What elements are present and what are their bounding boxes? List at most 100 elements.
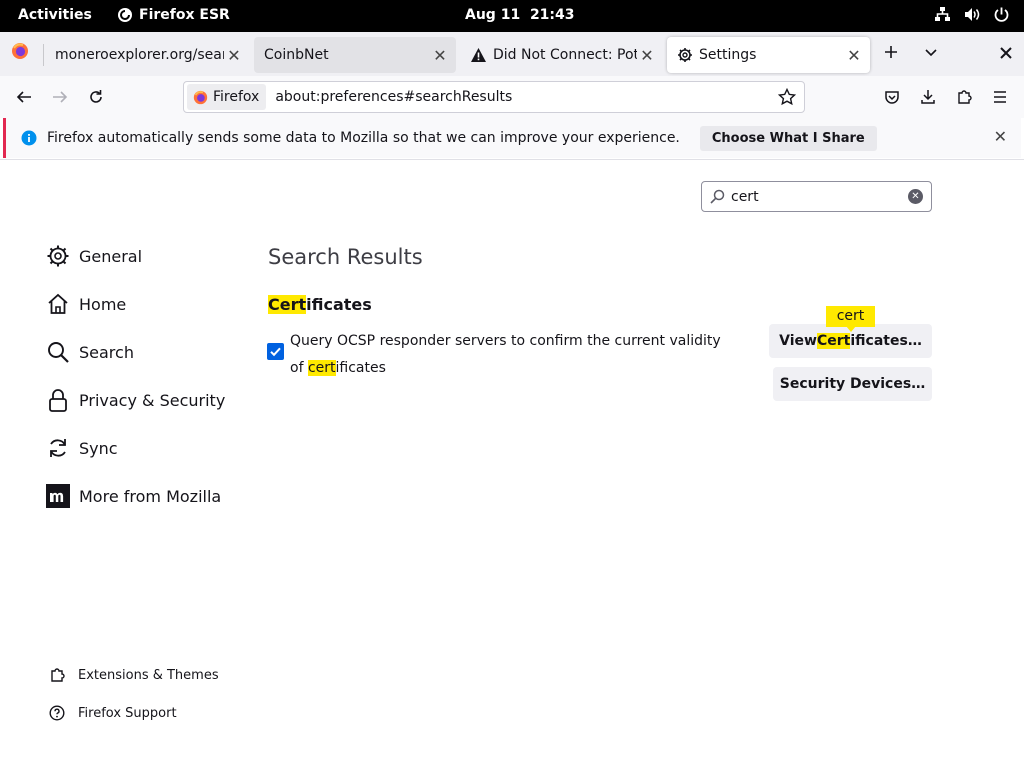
mozilla-icon: [45, 483, 71, 509]
firefox-support-link[interactable]: Firefox Support: [47, 705, 177, 721]
hamburger-icon: [994, 91, 1006, 103]
tab-title: Did Not Connect: Potential Security Issu…: [493, 47, 637, 63]
search-match-tooltip: cert: [826, 306, 875, 327]
activities-button[interactable]: Activities: [18, 7, 92, 23]
category-sync[interactable]: Sync: [45, 435, 118, 461]
puzzle-icon: [47, 667, 67, 683]
list-all-tabs-button[interactable]: [919, 42, 943, 66]
app-name: Firefox ESR: [139, 7, 230, 23]
info-icon: [21, 130, 37, 146]
close-icon: [1000, 47, 1012, 59]
category-search[interactable]: Search: [45, 339, 134, 365]
telemetry-notification-bar: Firefox automatically sends some data to…: [3, 118, 1021, 158]
reload-button[interactable]: [84, 85, 108, 109]
url-text[interactable]: about:preferences#searchResults: [275, 89, 776, 105]
firefox-icon: [193, 90, 208, 104]
content-divider: [0, 159, 1024, 160]
help-icon: [47, 705, 67, 721]
category-more-from-mozilla[interactable]: More from Mozilla: [45, 483, 221, 509]
firefox-icon: [12, 43, 28, 59]
download-icon: [921, 90, 935, 104]
network-icon: [935, 7, 950, 21]
tab-moneroexplorer[interactable]: moneroexplorer.org/search ✕: [45, 37, 250, 73]
category-label: Privacy & Security: [79, 390, 226, 410]
search-highlight: cert: [307, 360, 336, 376]
category-home[interactable]: Home: [45, 291, 126, 317]
warning-icon: [471, 48, 486, 62]
tab-title: CoinbNet: [264, 47, 329, 63]
back-arrow-icon: [16, 91, 31, 103]
close-tab-icon[interactable]: ✕: [224, 46, 244, 65]
clock[interactable]: Aug 11 21:43: [465, 7, 575, 23]
category-general[interactable]: General: [45, 243, 142, 269]
category-privacy-security[interactable]: Privacy & Security: [45, 387, 225, 413]
reload-icon: [90, 90, 102, 103]
close-tab-icon[interactable]: ✕: [637, 46, 657, 65]
ocsp-checkbox[interactable]: [267, 343, 284, 360]
gear-icon: [45, 243, 71, 269]
category-label: Sync: [79, 438, 118, 458]
footer-label: Extensions & Themes: [78, 667, 219, 683]
url-bar[interactable]: Firefox about:preferences#searchResults: [183, 81, 805, 113]
identity-label: Firefox: [213, 89, 260, 105]
system-top-bar: Activities Firefox ESR Aug 11 21:43: [0, 0, 1024, 32]
checkmark-icon: [270, 347, 281, 357]
extensions-themes-link[interactable]: Extensions & Themes: [47, 667, 219, 683]
clear-search-icon[interactable]: ✕: [908, 189, 923, 204]
tab-separator: [43, 44, 44, 66]
forward-arrow-icon: [53, 91, 68, 103]
close-tab-icon[interactable]: ✕: [844, 46, 864, 65]
app-menu-button[interactable]: [988, 85, 1012, 109]
category-label: General: [79, 246, 143, 266]
security-devices-button[interactable]: Security Devices…: [773, 367, 932, 401]
new-tab-button[interactable]: [879, 42, 903, 66]
search-highlight: Cert: [817, 333, 851, 349]
close-window-button[interactable]: [994, 42, 1018, 66]
pocket-button[interactable]: [880, 85, 904, 109]
ocsp-checkbox-label[interactable]: Query OCSP responder servers to confirm …: [290, 328, 730, 382]
tab-did-not-connect[interactable]: Did Not Connect: Potential Security Issu…: [460, 37, 663, 73]
tab-title: moneroexplorer.org/search: [55, 47, 224, 63]
close-notification-icon[interactable]: ✕: [994, 127, 1007, 146]
choose-what-i-share-button[interactable]: Choose What I Share: [699, 125, 877, 151]
back-button[interactable]: [12, 85, 36, 109]
pocket-icon: [885, 91, 899, 104]
firefox-view-button[interactable]: [8, 42, 32, 66]
page-title: Search Results: [268, 245, 423, 269]
search-icon: [45, 339, 71, 365]
search-icon: [710, 189, 725, 204]
identity-box[interactable]: Firefox: [187, 84, 267, 110]
bookmark-star-button[interactable]: [776, 88, 798, 106]
navigation-toolbar: Firefox about:preferences#searchResults: [0, 76, 1024, 118]
category-label: Home: [79, 294, 127, 314]
tab-strip: moneroexplorer.org/search ✕ CoinbNet ✕ D…: [0, 32, 1024, 76]
tab-title: Settings: [699, 47, 757, 63]
search-value[interactable]: cert: [731, 189, 908, 205]
close-tab-icon[interactable]: ✕: [430, 46, 450, 65]
chevron-down-icon: [925, 49, 937, 57]
category-label: More from Mozilla: [79, 486, 222, 506]
system-tray[interactable]: [934, 6, 1010, 23]
star-icon: [778, 88, 796, 106]
puzzle-icon: [958, 90, 972, 104]
settings-search-input[interactable]: cert ✕: [701, 181, 932, 212]
tab-coinbnet[interactable]: CoinbNet ✕: [254, 37, 456, 73]
lock-icon: [45, 387, 71, 413]
tab-settings[interactable]: Settings ✕: [667, 37, 870, 73]
footer-label: Firefox Support: [78, 705, 177, 721]
category-label: Search: [79, 342, 134, 362]
home-icon: [45, 291, 71, 317]
forward-button[interactable]: [48, 85, 72, 109]
gear-icon: [678, 48, 692, 62]
search-highlight: Cert: [268, 295, 307, 314]
power-icon: [994, 7, 1009, 22]
sync-icon: [45, 435, 71, 461]
volume-icon: [965, 8, 980, 21]
extensions-button[interactable]: [952, 85, 976, 109]
app-menu[interactable]: Firefox ESR: [117, 7, 230, 23]
certificates-heading: Certificates: [268, 295, 372, 314]
firefox-app-icon: [118, 8, 132, 22]
tooltip-tail: [846, 326, 856, 332]
plus-icon: [885, 46, 897, 58]
downloads-button[interactable]: [916, 85, 940, 109]
